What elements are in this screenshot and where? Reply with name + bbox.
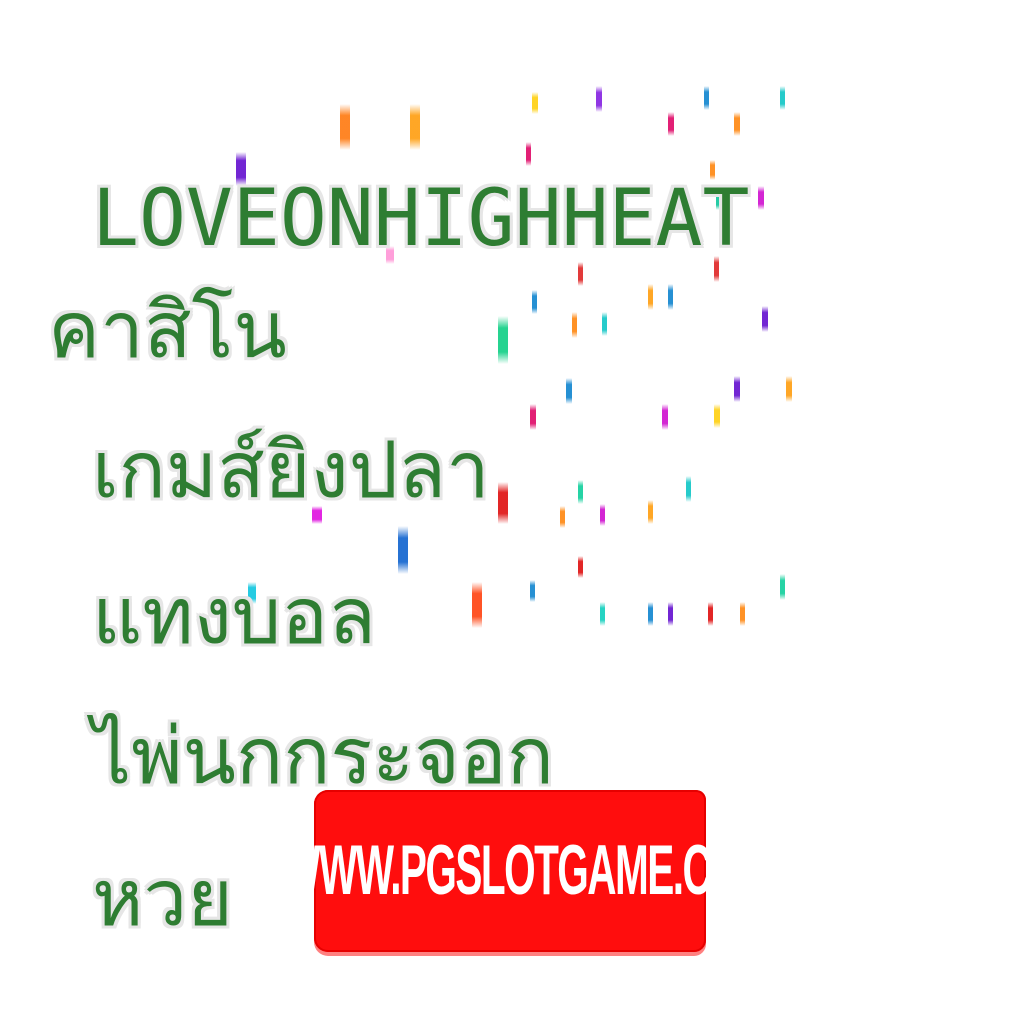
website-url-button[interactable]: WWW.PGSLOTGAME.CC [282,790,739,952]
confetti-streak [526,142,531,166]
website-url-label: WWW.PGSLOTGAME.CC [282,831,739,911]
confetti-streak [530,404,536,430]
confetti-streak [572,312,577,338]
confetti-streak [566,378,572,404]
confetti-streak [398,526,408,574]
confetti-streak [578,480,583,504]
confetti-streak [600,504,605,526]
nav-link-casino[interactable]: คาสิโน [48,292,287,370]
confetti-streak [532,92,538,114]
confetti-streak [498,482,508,524]
confetti-streak [530,580,535,602]
confetti-streak [668,112,674,136]
confetti-streak [602,312,607,336]
confetti-streak [340,104,350,150]
nav-link-lottery[interactable]: หวย [92,860,233,938]
confetti-streak [704,86,709,110]
confetti-streak [648,602,653,626]
confetti-streak [740,602,745,626]
confetti-streak [786,376,792,402]
confetti-streak [662,404,668,430]
confetti-streak [714,404,720,428]
confetti-streak [600,602,605,626]
confetti-streak [560,506,565,528]
confetti-streak [648,284,653,310]
confetti-streak [734,112,740,136]
nav-link-football-betting[interactable]: แทงบอล [92,578,376,656]
confetti-streak [596,86,602,112]
confetti-streak [780,86,785,110]
confetti-streak [780,574,785,600]
confetti-streak [578,262,583,286]
confetti-streak [472,582,482,628]
confetti-streak [498,316,508,364]
confetti-streak [410,104,420,150]
confetti-streak [686,476,691,502]
confetti-streak [578,556,583,578]
confetti-streak [762,306,768,332]
brand-title: LOVEONHIGHHEAT [92,174,750,264]
nav-link-fish-shooting[interactable]: เกมส์ยิงปลา [92,432,490,510]
confetti-streak [668,284,673,310]
confetti-streak [708,602,713,626]
confetti-streak [532,290,537,314]
confetti-streak [668,602,673,626]
confetti-streak [648,500,653,524]
confetti-streak [758,186,764,210]
confetti-streak [734,376,740,402]
nav-link-card-game[interactable]: ไพ่นกกระจอก [92,718,554,796]
